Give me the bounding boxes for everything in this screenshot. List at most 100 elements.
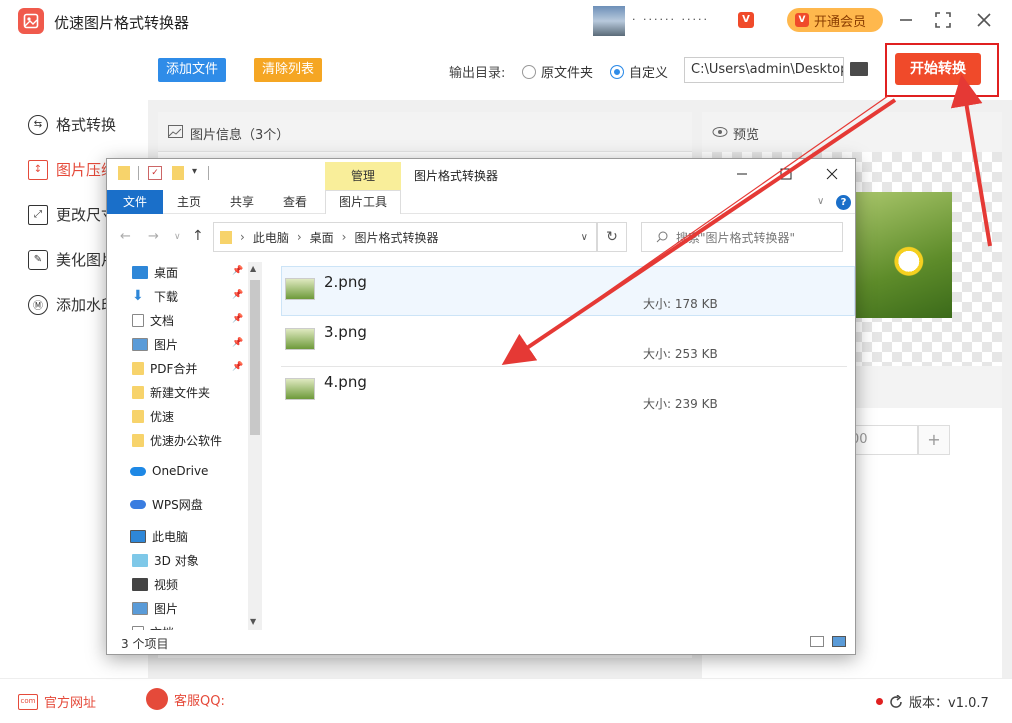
radio-original-folder[interactable]: 原文件夹 [522, 62, 593, 81]
preview-title: 预览 [733, 128, 760, 143]
folder-icon [132, 386, 144, 399]
breadcrumb-item[interactable]: 此电脑 [253, 229, 289, 246]
tree-item-pictures-pc[interactable]: 图片 [132, 600, 178, 617]
output-path-input[interactable]: C:\Users\admin\Desktop [684, 57, 844, 83]
sidebar-item-format-convert[interactable]: ⇆ 格式转换 [28, 114, 116, 135]
folder-browse-icon[interactable] [850, 62, 868, 76]
sidebar-item-compress[interactable]: ↕ 图片压缩 [28, 159, 116, 180]
minimize-button[interactable] [896, 10, 916, 30]
video-icon [132, 578, 148, 591]
sidebar-item-label: 格式转换 [56, 116, 117, 134]
tree-item-label: 此电脑 [152, 530, 189, 544]
file-item[interactable] [281, 366, 855, 416]
tree-item-this-pc[interactable]: 此电脑 [130, 528, 188, 545]
tree-item-3d-objects[interactable]: 3D 对象 [132, 552, 199, 569]
tree-item-yousu-office[interactable]: 优速办公软件 [132, 432, 222, 449]
manage-contextual-tab[interactable]: 管理 [325, 162, 401, 190]
version-info[interactable]: 版本：v1.0.7 [876, 692, 989, 711]
pin-icon[interactable]: 📌 [232, 362, 243, 372]
sidebar-item-resize[interactable]: ⤢ 更改尺寸 [28, 204, 116, 225]
explorer-maximize-button[interactable] [776, 164, 796, 184]
preview-image [856, 192, 952, 318]
quality-input[interactable]: 00 [846, 425, 918, 455]
tab-share[interactable]: 共享 [230, 190, 254, 214]
tree-item-documents[interactable]: 文档 [132, 312, 174, 329]
file-size: 大小: 178 KB [643, 297, 718, 311]
recent-dropdown-icon[interactable]: ∨ [174, 232, 181, 242]
add-file-button[interactable]: 添加文件 [158, 58, 227, 82]
tree-item-label: 图片 [154, 338, 179, 352]
tree-item-label: WPS网盘 [152, 498, 203, 512]
pin-icon[interactable]: 📌 [232, 314, 243, 324]
tree-item-pictures[interactable]: 图片 [132, 336, 178, 353]
explorer-minimize-button[interactable] [732, 164, 752, 184]
tree-item-wps-drive[interactable]: WPS网盘 [130, 496, 203, 513]
pin-icon[interactable]: 📌 [232, 338, 243, 348]
details-view-icon[interactable] [810, 636, 824, 647]
cloud-icon [130, 500, 146, 509]
breadcrumb-item[interactable]: 桌面 [310, 229, 334, 246]
tree-item-videos[interactable]: 视频 [132, 576, 178, 593]
explorer-close-button[interactable] [822, 164, 842, 184]
up-arrow-icon[interactable]: ↑ [192, 228, 204, 244]
scroll-up-icon[interactable]: ▲ [250, 264, 256, 273]
tab-view[interactable]: 查看 [283, 190, 307, 214]
radio-custom-folder[interactable]: 自定义 [610, 62, 668, 81]
sidebar-item-watermark[interactable]: Ⓜ 添加水印 [28, 294, 116, 315]
tab-home[interactable]: 主页 [177, 190, 201, 214]
scrollbar-thumb[interactable] [250, 280, 260, 435]
user-avatar[interactable] [593, 6, 625, 36]
tiles-view-icon[interactable] [832, 636, 846, 647]
output-dir-label: 输出目录: [449, 66, 506, 81]
address-dropdown-icon[interactable]: ∨ [581, 232, 588, 243]
tree-item-pdf-merge[interactable]: PDF合并 [132, 360, 197, 377]
file-name: 3.png [324, 323, 367, 341]
tree-item-new-folder[interactable]: 新建文件夹 [132, 384, 210, 401]
back-arrow-icon[interactable]: ← [120, 229, 131, 244]
properties-icon[interactable]: ✓ [148, 166, 162, 180]
help-icon[interactable]: ? [836, 195, 851, 210]
ribbon-expand-icon[interactable]: ∨ [817, 196, 824, 207]
address-bar[interactable]: › 此电脑 › 桌面 › 图片格式转换器 ∨ [213, 222, 597, 252]
quick-access-dropdown-icon[interactable]: ▾ [192, 166, 197, 177]
quality-plus-button[interactable]: + [918, 425, 950, 455]
refresh-button[interactable]: ↻ [597, 222, 627, 252]
tree-item-label: 3D 对象 [154, 554, 199, 568]
cloud-icon [130, 466, 146, 476]
tab-picture-tools[interactable]: 图片工具 [325, 190, 401, 214]
sidebar-item-beautify[interactable]: ✎ 美化图片 [28, 249, 116, 270]
tree-item-desktop[interactable]: 桌面 [132, 264, 178, 281]
maximize-button[interactable] [933, 10, 953, 30]
breadcrumb-separator-icon: › [240, 230, 245, 244]
breadcrumb-item[interactable]: 图片格式转换器 [354, 229, 438, 246]
item-count: 3 个项目 [121, 637, 169, 651]
tree-item-downloads[interactable]: ⬇ 下载 [132, 288, 178, 305]
image-info-title: 图片信息（3个） [190, 128, 290, 143]
tree-item-label: OneDrive [152, 464, 209, 478]
version-label: 版本：v1.0.7 [909, 696, 989, 711]
support-qq-link[interactable]: 客服QQ: [146, 688, 225, 710]
swap-icon: ⇆ [28, 114, 48, 135]
forward-arrow-icon[interactable]: → [148, 229, 159, 244]
clear-list-button[interactable]: 清除列表 [254, 58, 323, 82]
desktop-icon [132, 266, 148, 279]
pin-icon[interactable]: 📌 [232, 266, 243, 276]
close-button[interactable] [974, 10, 994, 30]
file-item[interactable] [281, 266, 855, 316]
eye-icon [712, 127, 728, 137]
tab-file[interactable]: 文件 [107, 190, 163, 214]
tree-item-yousu[interactable]: 优速 [132, 408, 174, 425]
vip-button[interactable]: V 开通会员 [787, 8, 883, 32]
tree-item-label: 图片 [154, 602, 179, 616]
new-folder-icon[interactable] [172, 166, 184, 180]
file-item[interactable] [281, 316, 855, 366]
pin-icon[interactable]: 📌 [232, 290, 243, 300]
radio-button[interactable] [522, 64, 536, 79]
tree-item-onedrive[interactable]: OneDrive [130, 464, 208, 478]
official-site-link[interactable]: com 官方网址 [18, 692, 96, 711]
start-convert-button[interactable]: 开始转换 [895, 53, 981, 85]
watermark-icon: Ⓜ [28, 294, 48, 315]
search-input[interactable]: 搜索"图片格式转换器" [641, 222, 843, 252]
radio-button[interactable] [610, 64, 624, 79]
scroll-down-icon[interactable]: ▼ [250, 617, 256, 626]
